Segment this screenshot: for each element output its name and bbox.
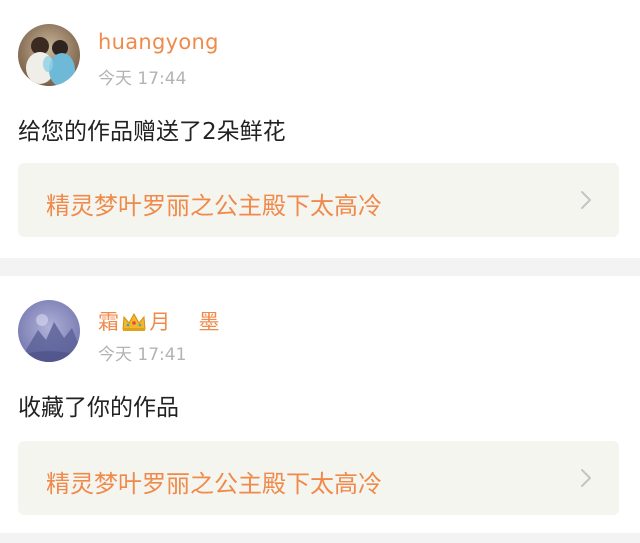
- work-link-card[interactable]: 精灵梦叶罗丽之公主殿下太高冷: [18, 441, 619, 515]
- timestamp: 今天 17:41: [98, 345, 187, 365]
- avatar[interactable]: [18, 24, 80, 86]
- username[interactable]: huangyong: [98, 30, 219, 54]
- avatar-photo-icon: [18, 300, 80, 362]
- username-part: 霜: [98, 310, 120, 334]
- work-title: 精灵梦叶罗丽之公主殿下太高冷: [46, 470, 382, 498]
- crown-emoji-icon: [121, 312, 147, 337]
- work-title: 精灵梦叶罗丽之公主殿下太高冷: [46, 192, 382, 220]
- action-text: 收藏了你的作品: [18, 395, 179, 421]
- notification-card: huangyong 今天 17:44 给您的作品赠送了2朵鲜花 精灵梦叶罗丽之公…: [0, 0, 640, 258]
- notification-feed: huangyong 今天 17:44 给您的作品赠送了2朵鲜花 精灵梦叶罗丽之公…: [0, 0, 640, 543]
- avatar[interactable]: [18, 300, 80, 362]
- action-text: 给您的作品赠送了2朵鲜花: [18, 119, 286, 145]
- notification-card: 霜 月 墨 今天 17:41 收藏了你的作品 精灵梦叶罗丽之公主殿下太高冷: [0, 276, 640, 533]
- avatar-photo-icon: [18, 24, 80, 86]
- work-link-card[interactable]: 精灵梦叶罗丽之公主殿下太高冷: [18, 163, 619, 237]
- timestamp: 今天 17:44: [98, 69, 187, 89]
- username-part: 月 墨: [149, 310, 220, 334]
- username[interactable]: 霜月 墨: [98, 306, 220, 337]
- chevron-right-icon: [581, 469, 591, 487]
- chevron-right-icon: [581, 191, 591, 209]
